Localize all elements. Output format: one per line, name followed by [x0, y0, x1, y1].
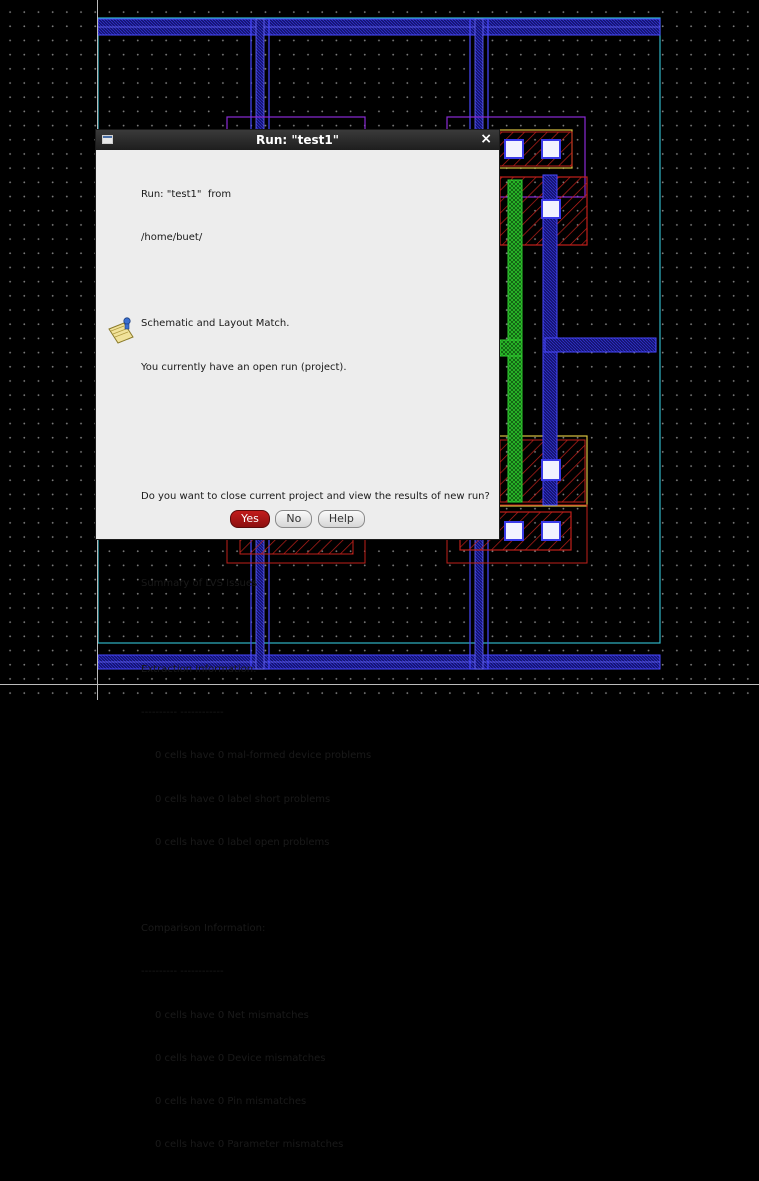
message-summary: Summary of LVS Issues: [141, 577, 258, 589]
parameter-mismatch-count: 0 cells have 0 Parameter mismatches: [155, 1139, 344, 1151]
top-power-rail: [97, 18, 661, 36]
close-icon[interactable]: ×: [480, 131, 492, 147]
label-short-count: 0 cells have 0 label short problems: [155, 793, 331, 805]
message-open-run: You currently have an open run (project)…: [141, 361, 347, 373]
pin-mismatch-count: 0 cells have 0 Pin mismatches: [155, 1096, 307, 1108]
message-blank: [141, 620, 495, 634]
label-open-count: 0 cells have 0 label open problems: [155, 836, 330, 848]
help-button[interactable]: Help: [317, 510, 365, 528]
lvs-run-dialog: Run: "test1" × Run: "test1" from /home/b…: [95, 129, 500, 1150]
metal-output-horizontal: [544, 337, 657, 353]
comparison-heading: Comparison Information:: [141, 923, 266, 935]
dialog-title: Run: "test1": [256, 133, 339, 147]
note-icon: [108, 317, 134, 344]
extraction-separator: ---------- ------------: [141, 707, 224, 719]
dialog-titlebar[interactable]: Run: "test1" ×: [96, 130, 499, 150]
message-run-line: Run: "test1" from: [141, 188, 232, 200]
yes-button[interactable]: Yes: [230, 510, 270, 528]
message-blank: [141, 533, 495, 547]
message-blank: [141, 274, 495, 288]
no-button[interactable]: No: [275, 510, 313, 528]
message-blank: [141, 404, 495, 418]
message-blank: [141, 879, 495, 893]
dialog-buttons: Yes No Help: [96, 510, 499, 528]
message-question: Do you want to close current project and…: [141, 491, 490, 503]
net-mismatch-count: 0 cells have 0 Net mismatches: [155, 1009, 309, 1021]
dialog-message: Run: "test1" from /home/buet/ Schematic …: [141, 159, 495, 1181]
message-blank: [141, 447, 495, 461]
comparison-separator: ---------- ------------: [141, 966, 224, 978]
message-path: /home/buet/: [141, 232, 203, 244]
extraction-heading: Extraction Information:: [141, 664, 257, 676]
device-mismatch-count: 0 cells have 0 Device mismatches: [155, 1052, 326, 1064]
malformed-count: 0 cells have 0 mal-formed device problem…: [155, 750, 372, 762]
message-match: Schematic and Layout Match.: [141, 318, 290, 330]
